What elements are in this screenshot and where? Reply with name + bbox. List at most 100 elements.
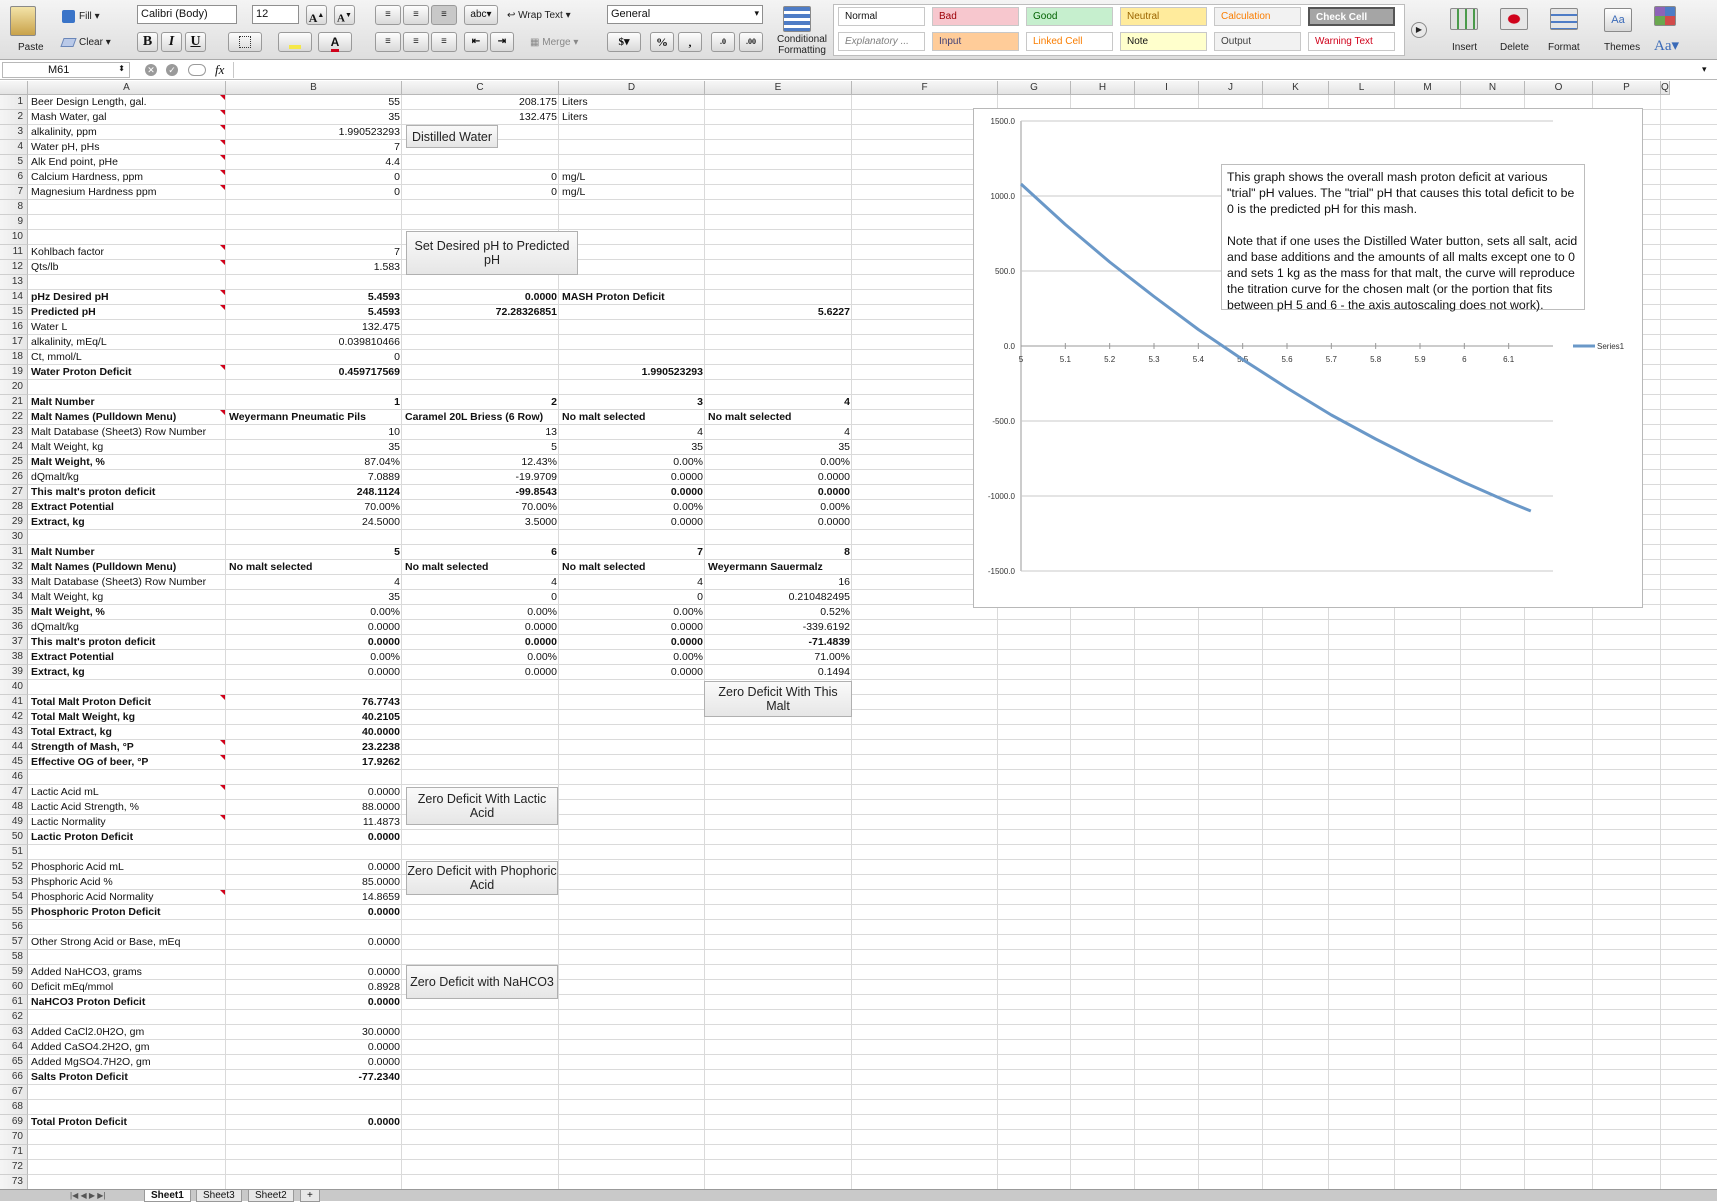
cell-d35[interactable]: 0.00% xyxy=(559,605,705,620)
cell-b41[interactable]: 76.7743 xyxy=(226,695,402,710)
row-header[interactable]: 61 xyxy=(0,995,28,1010)
cell-e26[interactable]: 0.0000 xyxy=(705,470,852,485)
cell-c34[interactable]: 0 xyxy=(402,590,559,605)
delete-icon[interactable] xyxy=(1500,8,1528,30)
theme-colors-icon[interactable] xyxy=(1654,6,1676,26)
cell-d26[interactable]: 0.0000 xyxy=(559,470,705,485)
row-header[interactable]: 45 xyxy=(0,755,28,770)
row-header[interactable]: 19 xyxy=(0,365,28,380)
sheet-nav-arrows-icon[interactable]: |◀ ◀ ▶ ▶| xyxy=(70,1190,105,1201)
cell-c24[interactable]: 5 xyxy=(402,440,559,455)
style-input[interactable]: Input xyxy=(932,32,1019,51)
cell-e24[interactable]: 35 xyxy=(705,440,852,455)
row-header[interactable]: 66 xyxy=(0,1070,28,1085)
cell-d37[interactable]: 0.0000 xyxy=(559,635,705,650)
align-right-button[interactable]: ≡ xyxy=(431,32,457,52)
cell-a22[interactable]: Malt Names (Pulldown Menu) xyxy=(28,410,226,425)
cell-e31[interactable]: 8 xyxy=(705,545,852,560)
row-header[interactable]: 10 xyxy=(0,230,28,245)
row-header[interactable]: 31 xyxy=(0,545,28,560)
cell-d25[interactable]: 0.00% xyxy=(559,455,705,470)
cell-a3[interactable]: alkalinity, ppm xyxy=(28,125,226,140)
cell-e29[interactable]: 0.0000 xyxy=(705,515,852,530)
cell-d28[interactable]: 0.00% xyxy=(559,500,705,515)
paste-button[interactable]: Paste xyxy=(18,42,44,53)
row-header[interactable]: 69 xyxy=(0,1115,28,1130)
cell-b55[interactable]: 0.0000 xyxy=(226,905,402,920)
cell-e38[interactable]: 71.00% xyxy=(705,650,852,665)
cell-b26[interactable]: 7.0889 xyxy=(226,470,402,485)
comment-indicator-icon[interactable] xyxy=(220,755,225,760)
cell-b59[interactable]: 0.0000 xyxy=(226,965,402,980)
conditional-formatting-button[interactable]: Conditional Formatting xyxy=(773,34,831,56)
cell-b60[interactable]: 0.8928 xyxy=(226,980,402,995)
cell-a69[interactable]: Total Proton Deficit xyxy=(28,1115,226,1130)
cell-b65[interactable]: 0.0000 xyxy=(226,1055,402,1070)
distilled-water-button[interactable]: Distilled Water xyxy=(406,125,498,148)
shrink-font-button[interactable]: A▼ xyxy=(334,5,355,25)
column-header-d[interactable]: D xyxy=(559,81,705,95)
cell-b48[interactable]: 88.0000 xyxy=(226,800,402,815)
cell-a49[interactable]: Lactic Normality xyxy=(28,815,226,830)
paste-icon[interactable] xyxy=(10,6,36,36)
row-header[interactable]: 16 xyxy=(0,320,28,335)
cell-b44[interactable]: 23.2238 xyxy=(226,740,402,755)
row-header[interactable]: 5 xyxy=(0,155,28,170)
cell-c6[interactable]: 0 xyxy=(402,170,559,185)
cell-d22[interactable]: No malt selected xyxy=(559,410,705,425)
cell-a1[interactable]: Beer Design Length, gal. xyxy=(28,95,226,110)
cell-b35[interactable]: 0.00% xyxy=(226,605,402,620)
row-header[interactable]: 72 xyxy=(0,1160,28,1175)
theme-fonts-button[interactable]: Aa▾ xyxy=(1654,36,1679,55)
style-linked-cell[interactable]: Linked Cell xyxy=(1026,32,1113,51)
cell-c35[interactable]: 0.00% xyxy=(402,605,559,620)
cell-a59[interactable]: Added NaHCO3, grams xyxy=(28,965,226,980)
cell-b50[interactable]: 0.0000 xyxy=(226,830,402,845)
cell-c29[interactable]: 3.5000 xyxy=(402,515,559,530)
column-header-f[interactable]: F xyxy=(852,81,998,95)
underline-button[interactable]: U xyxy=(185,32,206,52)
cell-a50[interactable]: Lactic Proton Deficit xyxy=(28,830,226,845)
comment-indicator-icon[interactable] xyxy=(220,695,225,700)
row-header[interactable]: 23 xyxy=(0,425,28,440)
comment-indicator-icon[interactable] xyxy=(220,785,225,790)
cell-b57[interactable]: 0.0000 xyxy=(226,935,402,950)
row-header[interactable]: 36 xyxy=(0,620,28,635)
cell-b49[interactable]: 11.4873 xyxy=(226,815,402,830)
cell-c28[interactable]: 70.00% xyxy=(402,500,559,515)
align-top-button[interactable]: ≡ xyxy=(375,5,401,25)
cell-b27[interactable]: 248.1124 xyxy=(226,485,402,500)
column-header-p[interactable]: P xyxy=(1593,81,1661,95)
cell-a32[interactable]: Malt Names (Pulldown Menu) xyxy=(28,560,226,575)
cell-b17[interactable]: 0.039810466 xyxy=(226,335,402,350)
cell-e36[interactable]: -339.6192 xyxy=(705,620,852,635)
cell-b15[interactable]: 5.4593 xyxy=(226,305,402,320)
cell-d7[interactable]: mg/L xyxy=(559,185,705,200)
cell-a39[interactable]: Extract, kg xyxy=(28,665,226,680)
column-header-k[interactable]: K xyxy=(1263,81,1329,95)
themes-icon[interactable]: Aa xyxy=(1604,8,1632,32)
cell-b22[interactable]: Weyermann Pneumatic Pils xyxy=(226,410,402,425)
themes-button[interactable]: Themes xyxy=(1604,42,1640,53)
row-header[interactable]: 71 xyxy=(0,1145,28,1160)
borders-button[interactable] xyxy=(228,32,262,52)
cell-b31[interactable]: 5 xyxy=(226,545,402,560)
row-header[interactable]: 35 xyxy=(0,605,28,620)
cell-a47[interactable]: Lactic Acid mL xyxy=(28,785,226,800)
text-orientation-button[interactable]: abc▾ xyxy=(464,5,498,25)
comment-indicator-icon[interactable] xyxy=(220,125,225,130)
expand-formula-icon[interactable]: ▾ xyxy=(1702,64,1707,75)
conditional-formatting-icon[interactable] xyxy=(783,6,811,32)
cell-d38[interactable]: 0.00% xyxy=(559,650,705,665)
row-header[interactable]: 49 xyxy=(0,815,28,830)
cell-b69[interactable]: 0.0000 xyxy=(226,1115,402,1130)
comment-indicator-icon[interactable] xyxy=(220,260,225,265)
style-output[interactable]: Output xyxy=(1214,32,1301,51)
style-good[interactable]: Good xyxy=(1026,7,1113,26)
cell-c25[interactable]: 12.43% xyxy=(402,455,559,470)
row-header[interactable]: 4 xyxy=(0,140,28,155)
cell-a19[interactable]: Water Proton Deficit xyxy=(28,365,226,380)
format-button[interactable]: Format xyxy=(1548,42,1580,53)
cell-d39[interactable]: 0.0000 xyxy=(559,665,705,680)
cell-d29[interactable]: 0.0000 xyxy=(559,515,705,530)
